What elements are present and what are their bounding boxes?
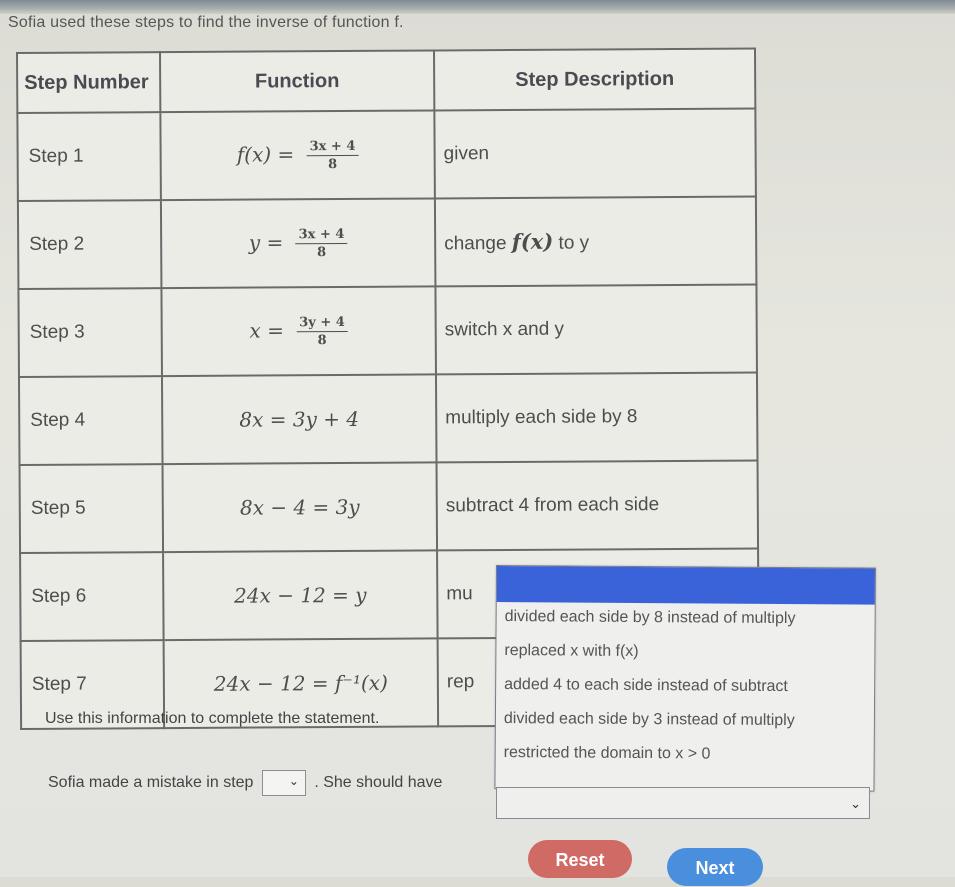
step-cell: Step 4 (18, 376, 163, 465)
correction-dropdown-list[interactable]: divided each side by 8 instead of multip… (494, 565, 876, 792)
dropdown-option[interactable]: added 4 to each side instead of subtract (496, 670, 874, 707)
instruction-text: Use this information to complete the sta… (45, 710, 380, 727)
function-cell: 8x = 3y + 4 (161, 374, 437, 465)
desc-text: to y (558, 232, 590, 254)
chevron-down-icon: ⌄ (850, 796, 861, 811)
numerator: 3x + 4 (295, 226, 348, 244)
table-row: Step 3 x = 3y + 4 8 switch x and y (18, 284, 757, 377)
table-row: Step 5 8x − 4 = 3y subtract 4 from each … (19, 460, 759, 553)
chevron-down-icon: ⌄ (288, 774, 299, 788)
description-cell: multiply each side by 8 (435, 372, 758, 463)
next-button[interactable]: Next (667, 848, 763, 886)
desc-fx: f(x) (511, 228, 554, 254)
step-cell: Step 5 (19, 464, 164, 553)
description-cell: switch x and y (435, 284, 757, 375)
desc-text: change (444, 233, 507, 255)
table-row: Step 1 f(x) = 3x + 4 8 given (17, 108, 756, 201)
step-number-select[interactable]: ⌄ (261, 770, 306, 796)
dropdown-option[interactable]: restricted the domain to x > 0 (496, 738, 874, 775)
correction-select[interactable]: ⌄ (496, 787, 870, 819)
step-cell: Step 3 (18, 288, 162, 377)
denominator: 8 (317, 332, 327, 348)
function-cell: f(x) = 3x + 4 8 (160, 110, 435, 201)
dropdown-option[interactable]: divided each side by 3 instead of multip… (496, 704, 874, 741)
table-row: Step 4 8x = 3y + 4 multiply each side by… (18, 372, 758, 465)
description-cell: change f(x) to y (434, 196, 757, 287)
statement-middle: . She should have (314, 774, 443, 791)
statement-line: Sofia made a mistake in step ⌄ . She sho… (48, 770, 442, 796)
numerator: 3y + 4 (296, 314, 348, 332)
header-step-number: Step Number (17, 52, 161, 113)
screen-top-bezel (0, 0, 955, 14)
dropdown-option-highlighted-blank[interactable] (496, 566, 875, 605)
header-step-description: Step Description (433, 48, 756, 111)
function-lhs: f(x) = (236, 141, 295, 167)
intro-text: Sofia used these steps to find the inver… (8, 14, 404, 31)
dropdown-option[interactable]: divided each side by 8 instead of multip… (497, 602, 875, 639)
description-cell: subtract 4 from each side (436, 460, 759, 551)
function-cell: x = 3y + 4 8 (161, 286, 436, 377)
function-lhs: x = (249, 317, 284, 343)
numerator: 3x + 4 (306, 138, 359, 156)
header-function: Function (160, 50, 435, 113)
step-cell: Step 6 (20, 552, 164, 641)
step-cell: Step 1 (17, 112, 161, 201)
table-row: Step 2 y = 3x + 4 8 change f(x) to y (17, 196, 757, 289)
denominator: 8 (317, 244, 327, 260)
fraction: 3y + 4 8 (296, 314, 348, 348)
statement-prefix: Sofia made a mistake in step (48, 774, 254, 791)
fraction: 3x + 4 8 (306, 138, 359, 172)
table-header-row: Step Number Function Step Description (17, 48, 756, 113)
description-cell: given (434, 108, 756, 199)
step-cell: Step 2 (17, 200, 162, 289)
dropdown-option[interactable]: replaced x with f(x) (496, 636, 874, 673)
reset-button[interactable]: Reset (528, 840, 632, 878)
function-cell: 8x − 4 = 3y (162, 462, 438, 553)
function-lhs: y = (248, 229, 284, 255)
denominator: 8 (328, 156, 338, 172)
fraction: 3x + 4 8 (295, 226, 348, 260)
function-cell: y = 3x + 4 8 (160, 198, 436, 289)
function-cell: 24x − 12 = y (163, 550, 438, 641)
